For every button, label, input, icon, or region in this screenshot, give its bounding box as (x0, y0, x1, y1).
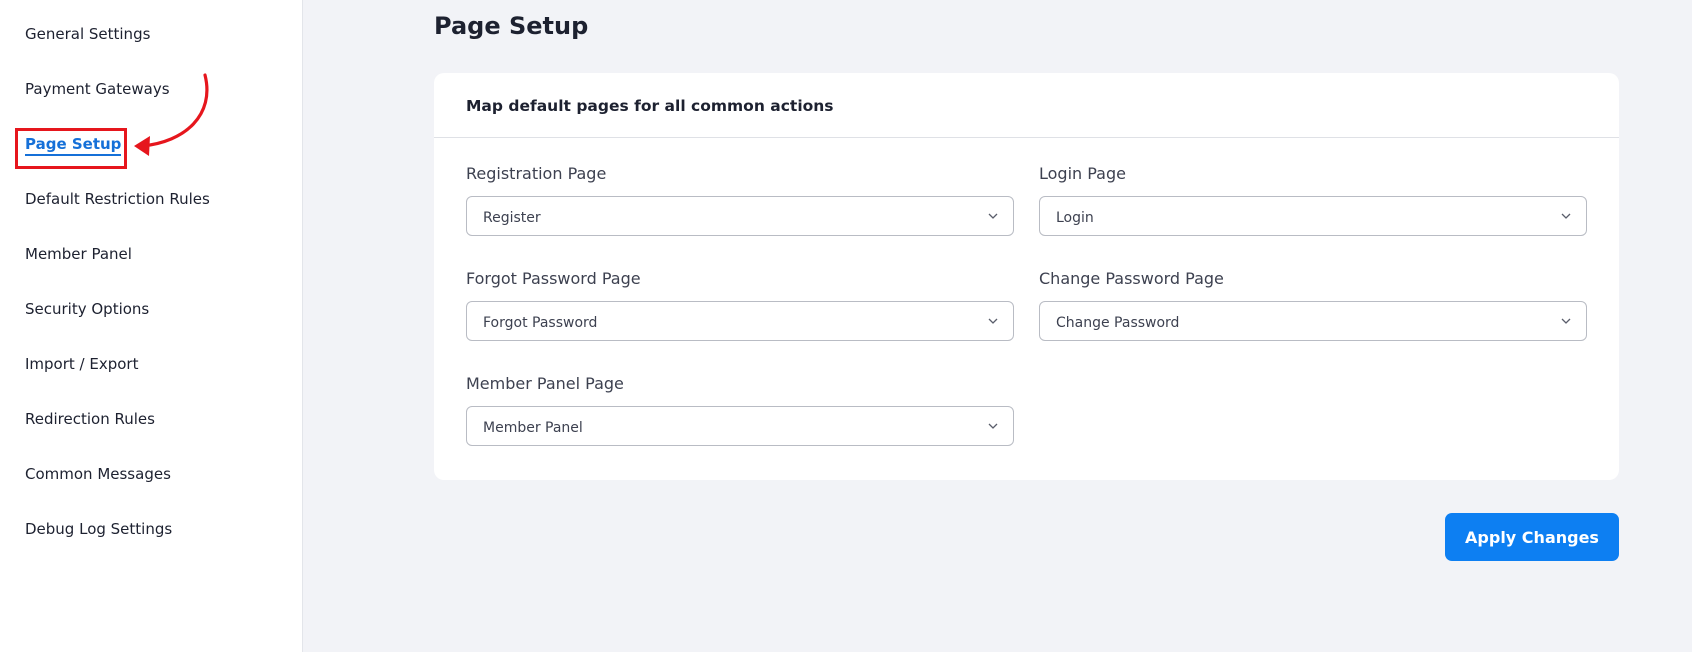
sidebar-item-member-panel[interactable]: Member Panel (25, 245, 132, 263)
sidebar-item-debug-log-settings[interactable]: Debug Log Settings (25, 520, 172, 538)
login-page-label: Login Page (1039, 164, 1126, 183)
registration-page-label: Registration Page (466, 164, 607, 183)
annotation-highlight-box (15, 128, 127, 169)
sidebar-item-default-restriction-rules[interactable]: Default Restriction Rules (25, 190, 210, 208)
sidebar-item-redirection-rules[interactable]: Redirection Rules (25, 410, 155, 428)
member-panel-page-label: Member Panel Page (466, 374, 624, 393)
sidebar-item-general-settings[interactable]: General Settings (25, 25, 150, 43)
curved-arrow-icon (134, 73, 209, 156)
member-panel-page-field: Member Panel Page Member Panel (466, 374, 1014, 446)
page-title: Page Setup (434, 12, 589, 40)
forgot-password-page-field: Forgot Password Page Forgot Password (466, 269, 1014, 341)
member-panel-page-value: Member Panel (483, 420, 583, 436)
chevron-down-icon (988, 213, 998, 219)
page-setup-card: Map default pages for all common actions… (434, 73, 1619, 480)
sidebar-item-common-messages[interactable]: Common Messages (25, 465, 171, 483)
login-page-field: Login Page Login (1039, 164, 1587, 236)
chevron-down-icon (1561, 213, 1571, 219)
sidebar-item-security-options[interactable]: Security Options (25, 300, 149, 318)
chevron-down-icon (988, 423, 998, 429)
change-password-page-value: Change Password (1056, 315, 1180, 331)
card-title: Map default pages for all common actions (466, 97, 834, 115)
sidebar-item-import-export[interactable]: Import / Export (25, 355, 138, 373)
card-header: Map default pages for all common actions (434, 73, 1619, 138)
registration-page-select[interactable]: Register (466, 196, 1014, 236)
change-password-page-label: Change Password Page (1039, 269, 1224, 288)
apply-changes-button[interactable]: Apply Changes (1445, 513, 1619, 561)
registration-page-field: Registration Page Register (466, 164, 1014, 236)
chevron-down-icon (1561, 318, 1571, 324)
settings-sidebar: General Settings Payment Gateways Page S… (0, 0, 303, 652)
forgot-password-page-label: Forgot Password Page (466, 269, 641, 288)
member-panel-page-select[interactable]: Member Panel (466, 406, 1014, 446)
login-page-select[interactable]: Login (1039, 196, 1587, 236)
change-password-page-field: Change Password Page Change Password (1039, 269, 1587, 341)
registration-page-value: Register (483, 210, 541, 226)
forgot-password-page-value: Forgot Password (483, 315, 598, 331)
change-password-page-select[interactable]: Change Password (1039, 301, 1587, 341)
chevron-down-icon (988, 318, 998, 324)
forgot-password-page-select[interactable]: Forgot Password (466, 301, 1014, 341)
login-page-value: Login (1056, 210, 1094, 226)
